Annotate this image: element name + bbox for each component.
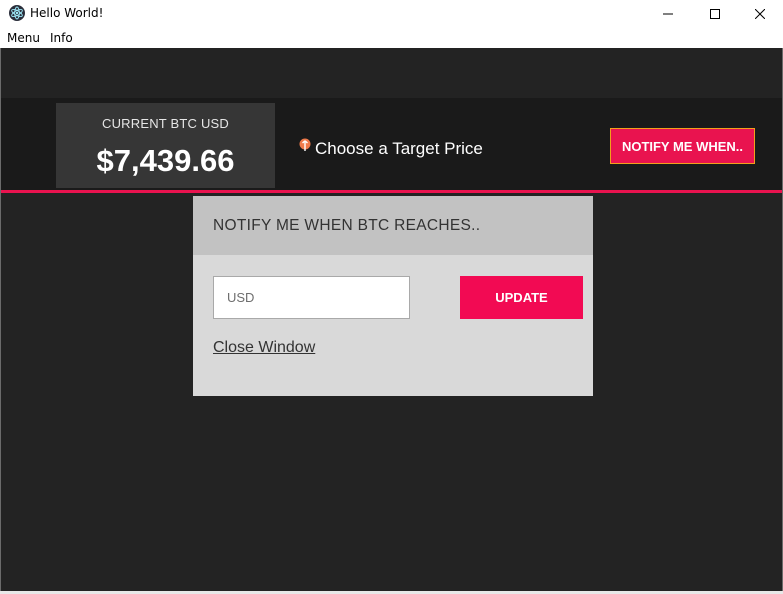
pin-icon xyxy=(299,138,311,151)
update-button[interactable]: UPDATE xyxy=(460,276,583,319)
maximize-button[interactable] xyxy=(692,0,738,27)
usd-input[interactable] xyxy=(213,276,410,319)
current-price-box: CURRENT BTC USD $7,439.66 xyxy=(56,103,275,188)
menu-item-info[interactable]: Info xyxy=(50,31,73,45)
price-label: CURRENT BTC USD xyxy=(102,116,229,131)
electron-icon xyxy=(9,5,25,21)
window-title: Hello World! xyxy=(30,6,104,20)
modal-header: NOTIFY ME WHEN BTC REACHES.. xyxy=(193,196,593,255)
target-price-label: Choose a Target Price xyxy=(315,139,483,158)
notify-me-button[interactable]: NOTIFY ME WHEN.. xyxy=(610,128,755,164)
price-value: $7,439.66 xyxy=(96,143,235,178)
close-window-link[interactable]: Close Window xyxy=(213,339,315,357)
menu-bar: Menu Info xyxy=(0,27,783,48)
title-bar: Hello World! xyxy=(0,0,783,27)
modal-title: NOTIFY ME WHEN BTC REACHES.. xyxy=(213,217,481,234)
maximize-icon xyxy=(710,8,720,19)
close-icon xyxy=(755,8,765,19)
minimize-icon xyxy=(663,13,673,14)
minimize-button[interactable] xyxy=(645,0,691,27)
notify-modal: NOTIFY ME WHEN BTC REACHES.. UPDATE Clos… xyxy=(193,196,593,396)
menu-item-menu[interactable]: Menu xyxy=(7,31,40,45)
app-content: CURRENT BTC USD $7,439.66 Choose a Targe… xyxy=(1,48,782,591)
close-button[interactable] xyxy=(737,0,783,27)
price-header: CURRENT BTC USD $7,439.66 Choose a Targe… xyxy=(1,98,782,193)
